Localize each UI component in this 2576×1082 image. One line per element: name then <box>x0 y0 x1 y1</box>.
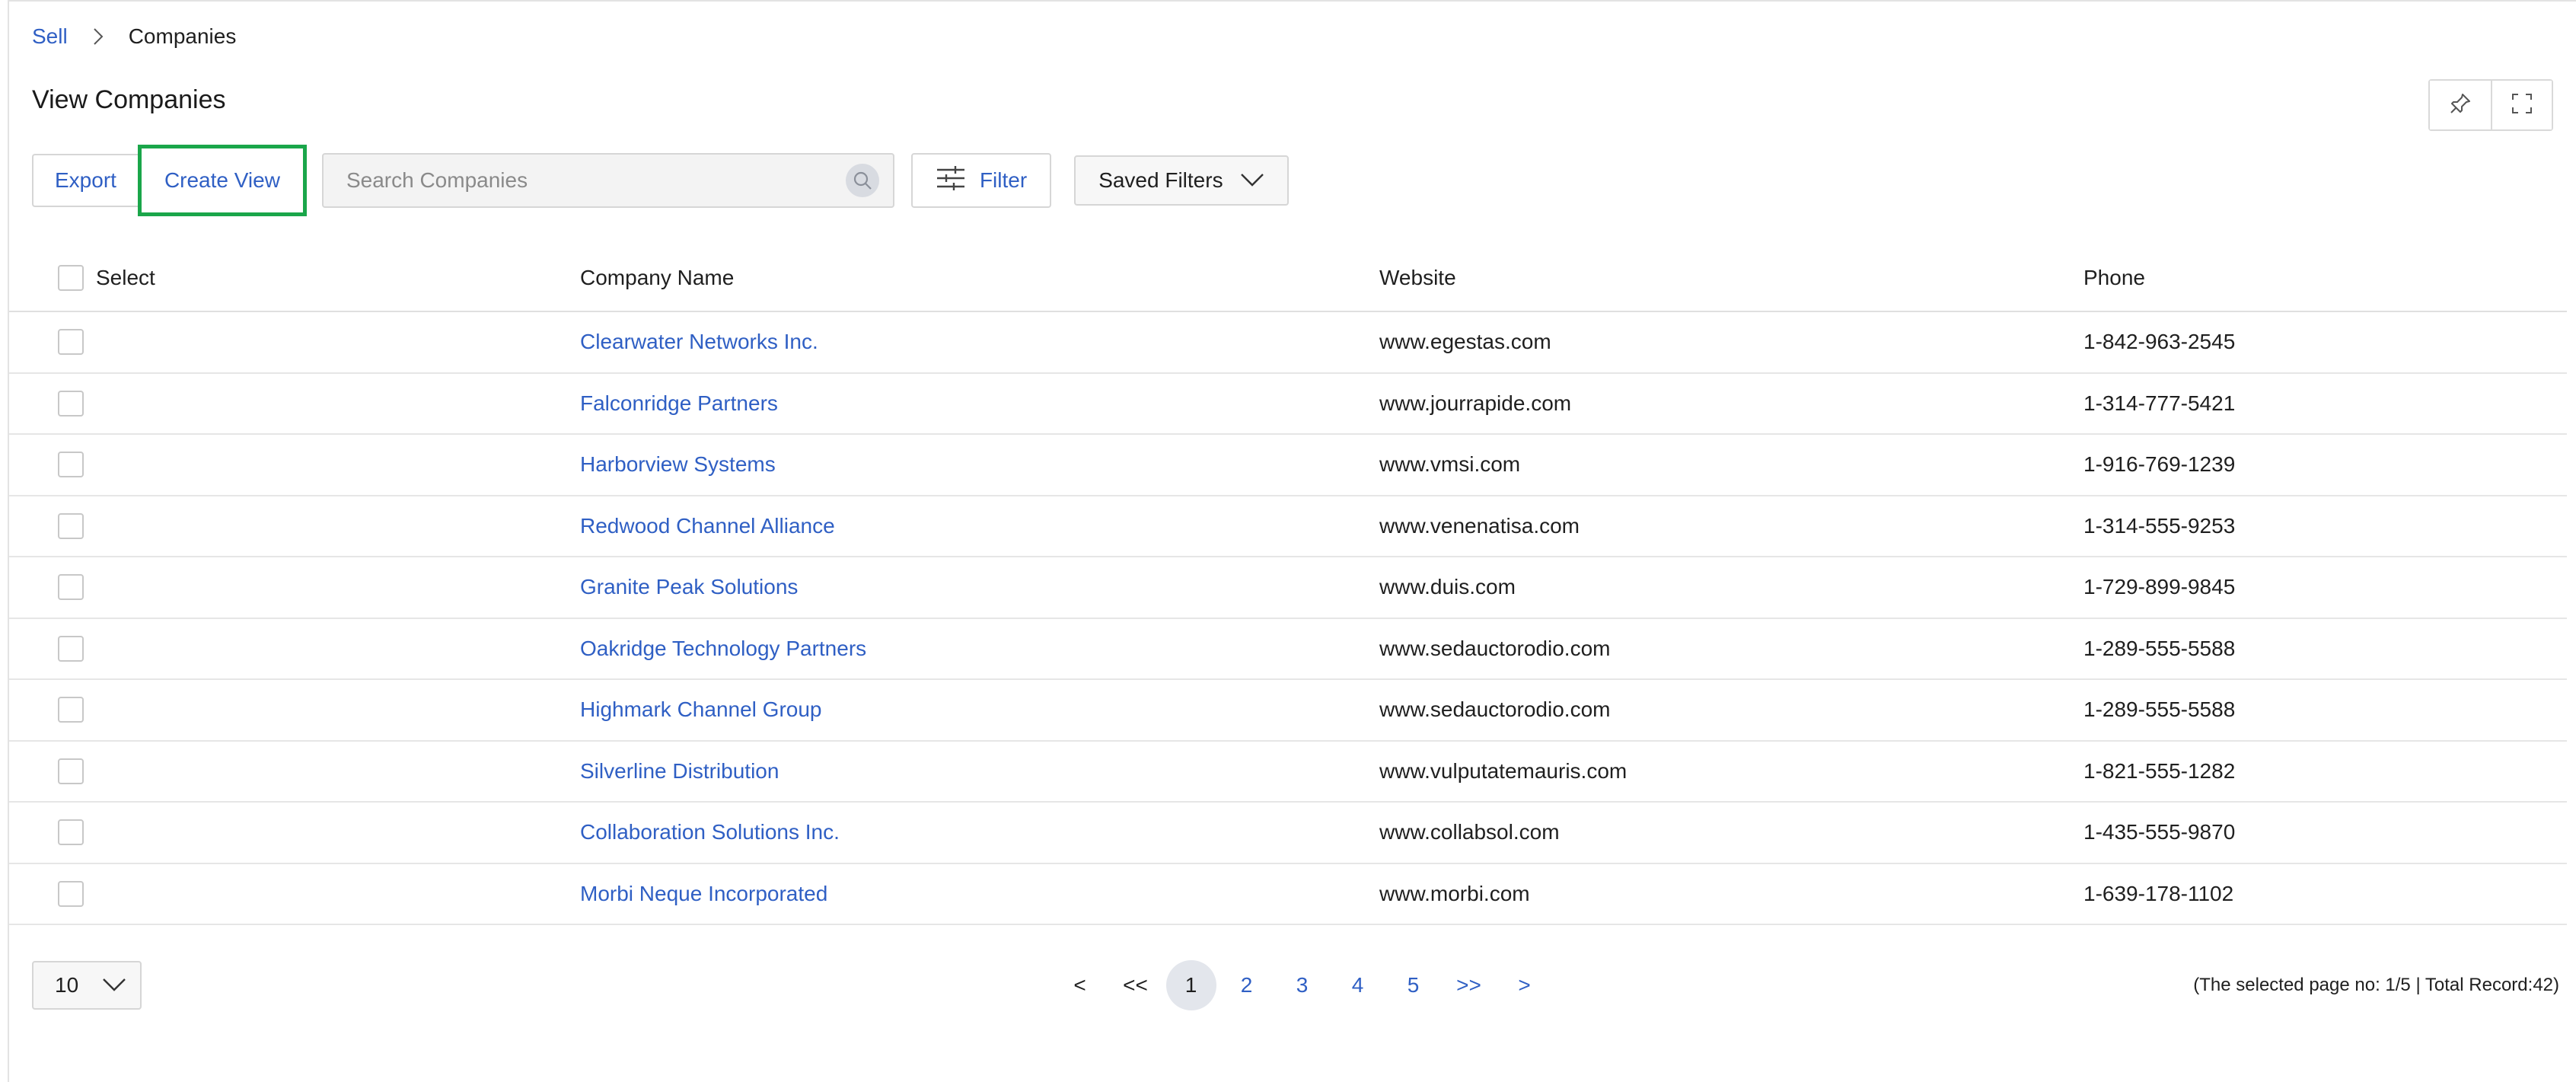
page-title: View Companies <box>32 85 226 114</box>
last-page-button[interactable]: >> <box>1441 959 1497 1011</box>
website-cell: www.collabsol.com <box>1379 820 1560 844</box>
table-row: Falconridge Partners www.jourrapide.com … <box>9 374 2567 435</box>
page-button-5[interactable]: 5 <box>1385 959 1441 1011</box>
search-input[interactable] <box>346 168 818 193</box>
website-cell: www.venenatisa.com <box>1379 513 1580 538</box>
first-page-button[interactable]: << <box>1108 959 1163 1011</box>
pagination-bar: 10 < << 1 2 3 4 5 >> > (The selected pag… <box>32 959 2559 1011</box>
row-checkbox[interactable] <box>58 390 84 417</box>
phone-cell: 1-729-899-9845 <box>2083 575 2236 599</box>
phone-cell: 1-821-555-1282 <box>2083 758 2236 783</box>
company-name-link[interactable]: Silverline Distribution <box>580 759 779 784</box>
phone-cell: 1-314-777-5421 <box>2083 391 2236 415</box>
company-name-link[interactable]: Oakridge Technology Partners <box>580 637 866 661</box>
export-button[interactable]: Export <box>32 154 138 207</box>
table-row: Highmark Channel Group www.sedauctorodio… <box>9 680 2567 742</box>
table-row: Silverline Distribution www.vulputatemau… <box>9 742 2567 803</box>
website-cell: www.vulputatemauris.com <box>1379 758 1628 783</box>
phone-cell: 1-289-555-5588 <box>2083 636 2236 660</box>
fullscreen-button[interactable] <box>2491 81 2552 129</box>
phone-header[interactable]: Phone <box>2083 266 2145 290</box>
website-cell: www.duis.com <box>1379 575 1516 599</box>
table-row: Granite Peak Solutions www.duis.com 1-72… <box>9 557 2567 619</box>
website-cell: www.morbi.com <box>1379 881 1530 905</box>
row-checkbox[interactable] <box>58 697 84 723</box>
phone-cell: 1-842-963-2545 <box>2083 330 2236 354</box>
page-button-4[interactable]: 4 <box>1330 959 1385 1011</box>
chevron-right-icon <box>88 26 109 47</box>
prev-page-button[interactable]: < <box>1052 959 1108 1011</box>
website-cell: www.jourrapide.com <box>1379 391 1572 415</box>
table-row: Oakridge Technology Partners www.sedauct… <box>9 619 2567 680</box>
company-name-header[interactable]: Company Name <box>580 266 734 290</box>
chevron-down-icon <box>1240 168 1264 193</box>
company-name-link[interactable]: Collaboration Solutions Inc. <box>580 820 840 844</box>
phone-cell: 1-639-178-1102 <box>2083 881 2234 905</box>
sliders-icon <box>936 165 966 196</box>
phone-cell: 1-314-555-9253 <box>2083 513 2236 538</box>
table-row: Harborview Systems www.vmsi.com 1-916-76… <box>9 435 2567 496</box>
row-checkbox[interactable] <box>58 452 84 478</box>
row-checkbox[interactable] <box>58 635 84 662</box>
row-checkbox[interactable] <box>58 329 84 356</box>
company-name-link[interactable]: Falconridge Partners <box>580 391 778 416</box>
search-box <box>321 153 894 208</box>
website-cell: www.vmsi.com <box>1379 452 1521 477</box>
page-size-select[interactable]: 10 <box>32 961 142 1010</box>
table-row: Collaboration Solutions Inc. www.collabs… <box>9 803 2567 864</box>
table-row: Clearwater Networks Inc. www.egestas.com… <box>9 312 2567 374</box>
pin-icon <box>2449 92 2472 119</box>
breadcrumb-sell-link[interactable]: Sell <box>32 24 68 49</box>
saved-filters-dropdown[interactable]: Saved Filters <box>1074 155 1289 206</box>
website-header[interactable]: Website <box>1379 266 1456 290</box>
website-cell: www.egestas.com <box>1379 330 1551 354</box>
filter-label: Filter <box>979 168 1028 192</box>
companies-table: Select Company Name Website Phone Clearw… <box>9 245 2567 925</box>
view-tools <box>2428 79 2553 131</box>
select-all-cell: Select <box>58 265 155 291</box>
company-name-link[interactable]: Granite Peak Solutions <box>580 575 798 599</box>
table-row: Redwood Channel Alliance www.venenatisa.… <box>9 496 2567 557</box>
company-name-link[interactable]: Clearwater Networks Inc. <box>580 330 818 354</box>
pager: < << 1 2 3 4 5 >> > <box>1052 959 1552 1011</box>
page-button-1[interactable]: 1 <box>1163 959 1219 1011</box>
company-name-link[interactable]: Redwood Channel Alliance <box>580 514 835 538</box>
breadcrumb: Sell Companies <box>32 24 236 49</box>
row-checkbox[interactable] <box>58 758 84 784</box>
chevron-down-icon <box>102 973 126 997</box>
pin-button[interactable] <box>2430 81 2491 129</box>
phone-cell: 1-289-555-5588 <box>2083 697 2236 722</box>
saved-filters-label: Saved Filters <box>1098 168 1223 192</box>
row-checkbox[interactable] <box>58 512 84 539</box>
breadcrumb-current: Companies <box>128 24 237 48</box>
row-checkbox[interactable] <box>58 819 84 846</box>
table-header: Select Company Name Website Phone <box>9 245 2567 312</box>
pagination-summary: (The selected page no: 1/5 | Total Recor… <box>2193 975 2559 995</box>
website-cell: www.sedauctorodio.com <box>1379 636 1611 660</box>
company-name-link[interactable]: Harborview Systems <box>580 452 776 477</box>
row-checkbox[interactable] <box>58 880 84 907</box>
select-all-checkbox[interactable] <box>58 265 84 291</box>
page-number: 1 <box>1165 960 1216 1010</box>
company-name-link[interactable]: Highmark Channel Group <box>580 697 822 722</box>
page-button-3[interactable]: 3 <box>1274 959 1330 1011</box>
page-button-2[interactable]: 2 <box>1219 959 1274 1011</box>
phone-cell: 1-435-555-9870 <box>2083 820 2236 844</box>
company-name-link[interactable]: Morbi Neque Incorporated <box>580 882 827 906</box>
row-checkbox[interactable] <box>58 574 84 601</box>
toolbar: Export Create View Filter Saved Filters <box>32 145 1289 216</box>
filter-button[interactable]: Filter <box>910 153 1052 208</box>
companies-page: Sell Companies View Companies Export Cre… <box>8 0 2576 1082</box>
phone-cell: 1-916-769-1239 <box>2083 452 2236 477</box>
search-icon[interactable] <box>845 164 879 197</box>
table-row: Morbi Neque Incorporated www.morbi.com 1… <box>9 864 2567 925</box>
website-cell: www.sedauctorodio.com <box>1379 697 1611 722</box>
page-size-value: 10 <box>55 973 79 997</box>
next-page-button[interactable]: > <box>1497 959 1552 1011</box>
fullscreen-icon <box>2511 92 2533 119</box>
create-view-button[interactable]: Create View <box>137 145 307 216</box>
select-header: Select <box>96 266 155 289</box>
